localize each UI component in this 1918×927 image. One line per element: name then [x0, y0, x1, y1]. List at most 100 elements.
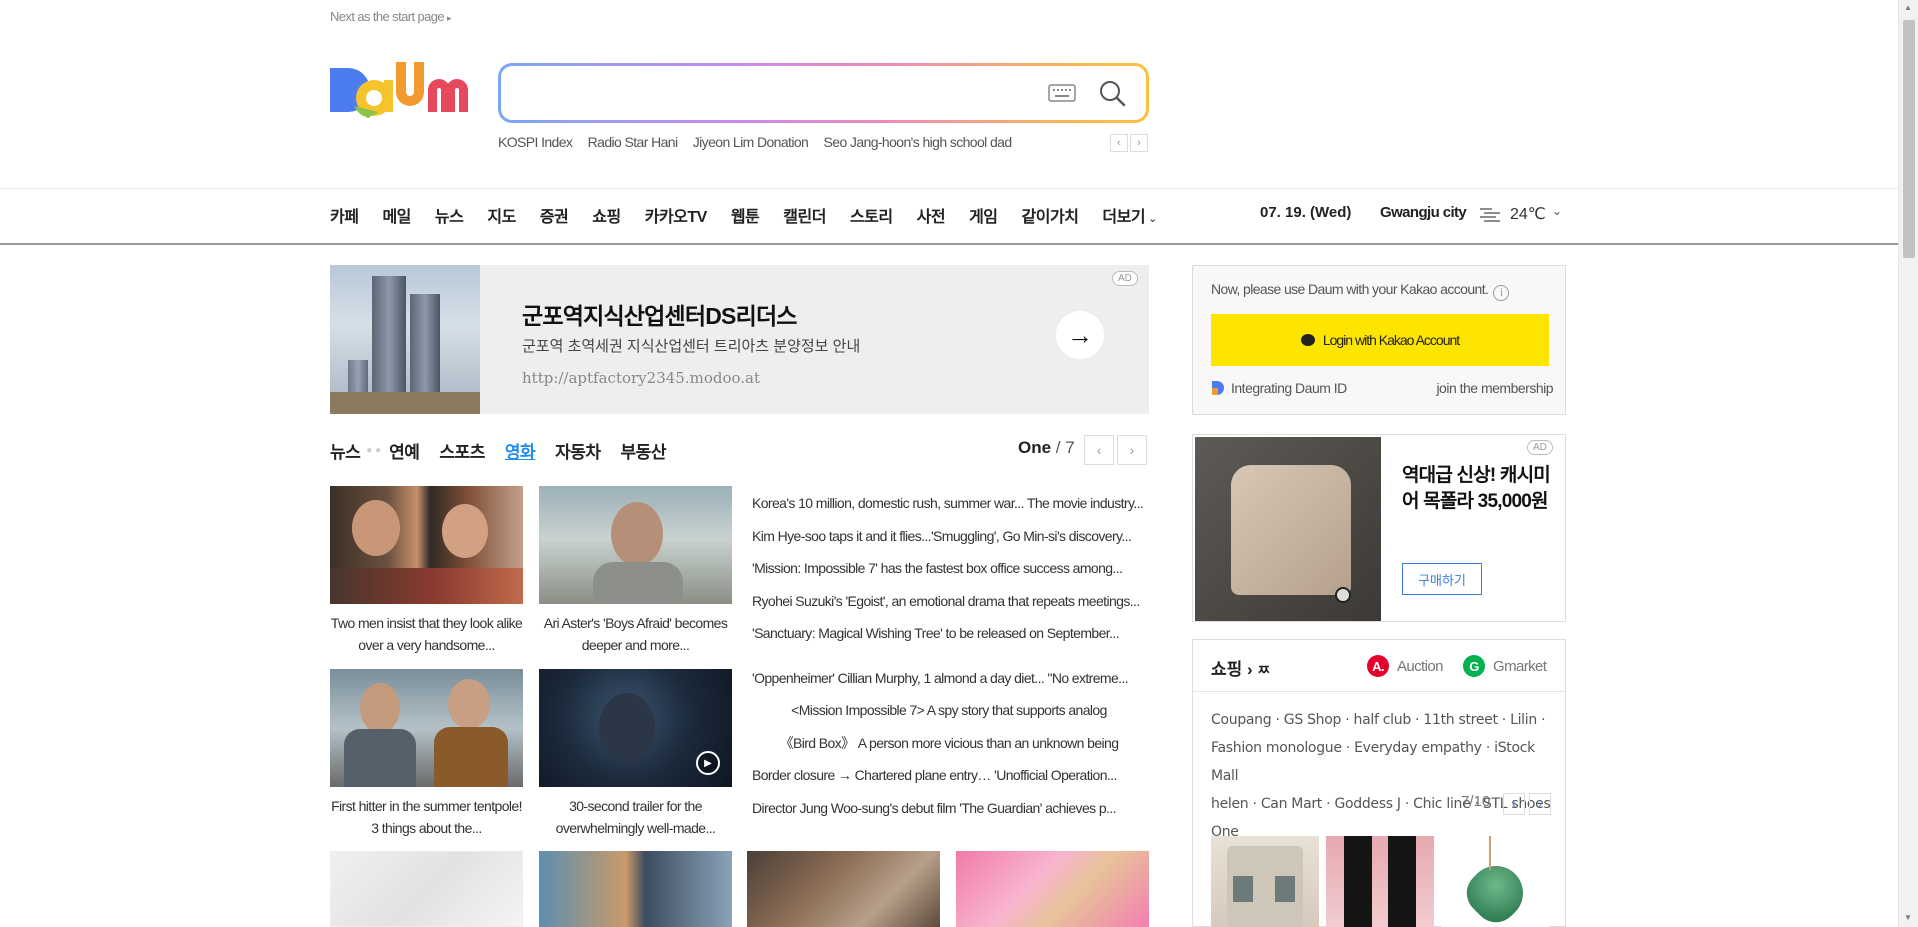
trend-item[interactable]: Radio Star Hani [588, 134, 678, 150]
keyboard-icon[interactable] [1048, 84, 1076, 107]
shopping-next-button[interactable]: › [1529, 793, 1551, 815]
play-icon[interactable]: ▶ [696, 751, 720, 775]
shopping-prev-button[interactable]: ‹ [1503, 793, 1525, 815]
ad-banner[interactable]: 군포역지식산업센터DS리더스 군포역 초역세권 지식산업센터 트리아츠 분양정보… [330, 265, 1149, 414]
arrow-right-icon[interactable]: → [1056, 311, 1104, 359]
auction-link[interactable]: A. Auction [1367, 655, 1443, 677]
chat-bubble-icon [1300, 334, 1315, 346]
nav-item-kakaotv[interactable]: 카카오TV [645, 203, 708, 227]
news-prev-button[interactable]: ‹ [1084, 435, 1114, 465]
news-card[interactable]: First hitter in the summer tentpole! 3 t… [330, 669, 523, 839]
shopping-title-text: 쇼핑 [1211, 660, 1243, 679]
headline-item[interactable]: Kim Hye-soo taps it and it flies...'Smug… [752, 523, 1146, 556]
tab-news[interactable]: 뉴스 [330, 438, 361, 463]
trend-item[interactable]: Jiyeon Lim Donation [693, 134, 809, 150]
shopping-links[interactable]: Coupang · GS Shop · half club · 11th str… [1211, 706, 1556, 846]
daum-d-icon [1212, 381, 1224, 395]
scrollbar-thumb[interactable] [1903, 20, 1915, 258]
headline-item[interactable]: 'Oppenheimer' Cillian Murphy, 1 almond a… [752, 665, 1146, 698]
shopping-product-thumb[interactable] [1211, 836, 1319, 927]
ad-subtitle: 군포역 초역세권 지식산업센터 트리아츠 분양정보 안내 [522, 338, 861, 355]
headline-item[interactable]: 'Mission: Impossible 7' has the fastest … [752, 555, 1146, 588]
news-next-button[interactable]: › [1117, 435, 1147, 465]
nav-item-calendar[interactable]: 캘린더 [783, 203, 826, 227]
buy-button[interactable]: 구매하기 [1402, 563, 1482, 595]
join-membership-link[interactable]: join the membership [1436, 380, 1553, 396]
trending-keywords: KOSPI Index Radio Star Hani Jiyeon Lim D… [498, 134, 1024, 150]
daum-logo[interactable] [328, 60, 476, 124]
nav-item-shopping[interactable]: 쇼핑 [592, 203, 621, 227]
news-thumbnail[interactable] [747, 851, 940, 927]
integrate-daum-id-link[interactable]: Integrating Daum ID [1211, 380, 1347, 396]
news-page-current: One [1018, 438, 1052, 457]
news-card-caption: Two men insist that they look alike over… [330, 615, 523, 653]
scroll-up-icon[interactable]: ▲ [1904, 3, 1912, 12]
nav-item-more[interactable]: 더보기 ⌄ [1102, 203, 1157, 227]
headline-item[interactable]: Ryohei Suzuki's 'Egoist', an emotional d… [752, 588, 1146, 621]
trend-next-button[interactable]: › [1130, 134, 1148, 152]
nav-item-game[interactable]: 게임 [969, 203, 998, 227]
search-inner [501, 66, 1146, 120]
news-thumbnail[interactable] [539, 851, 732, 927]
tab-entertainment[interactable]: 연예 [389, 438, 420, 463]
nav-item-map[interactable]: 지도 [487, 203, 516, 227]
weather-dropdown-icon[interactable]: ⌄ [1552, 204, 1562, 218]
news-card[interactable]: Ari Aster's 'Boys Afraid' becomes deeper… [539, 486, 732, 656]
headline-item[interactable]: Director Jung Woo-sung's debut film 'The… [752, 795, 1146, 828]
info-icon[interactable]: i [1493, 285, 1510, 301]
trend-item[interactable]: KOSPI Index [498, 134, 573, 150]
tab-movie[interactable]: 영화 [505, 438, 536, 463]
news-card-caption: First hitter in the summer tentpole! 3 t… [331, 798, 522, 836]
news-thumbnail[interactable] [956, 851, 1149, 927]
nav-item-together[interactable]: 같이가치 [1022, 203, 1079, 227]
shopping-header: 쇼핑 › ㅉ A. Auction G Gmarket [1193, 640, 1565, 692]
ad-url: http://aptfactory2345.modoo.at [522, 369, 760, 387]
scroll-down-icon[interactable]: ▼ [1904, 913, 1912, 922]
ad-badge: AD [1527, 440, 1553, 455]
shopping-product-thumb[interactable] [1441, 836, 1549, 927]
news-thumbnail[interactable] [330, 851, 523, 927]
headline-item[interactable]: 《Bird Box》 A person more vicious than an… [752, 730, 1146, 763]
search-icon[interactable] [1098, 79, 1126, 112]
city-label[interactable]: Gwangju city [1380, 204, 1467, 221]
trend-prev-button[interactable]: ‹ [1110, 134, 1128, 152]
start-page-link[interactable]: Next as the start page ▸ [330, 9, 451, 24]
headline-item[interactable]: 'Sanctuary: Magical Wishing Tree' to be … [752, 620, 1146, 653]
trend-item[interactable]: Seo Jang-hoon's high school dad [824, 134, 1013, 150]
ad-building-image [330, 265, 480, 414]
nav-item-dictionary[interactable]: 사전 [917, 203, 946, 227]
service-nav: 카페 메일 뉴스 지도 증권 쇼핑 카카오TV 웹툰 캘린더 스토리 사전 게임… [330, 203, 1181, 227]
tab-dots: ● ● [366, 445, 382, 456]
nav-item-news[interactable]: 뉴스 [435, 203, 464, 227]
search-input[interactable] [519, 76, 1039, 110]
nav-item-stock[interactable]: 증권 [540, 203, 569, 227]
nav-item-story[interactable]: 스토리 [850, 203, 893, 227]
shopping-product-thumb[interactable] [1326, 836, 1434, 927]
nav-more-label: 더보기 [1102, 209, 1146, 226]
tab-car[interactable]: 자동차 [555, 438, 601, 463]
gmarket-link[interactable]: G Gmarket [1463, 655, 1547, 677]
headline-item[interactable]: Korea's 10 million, domestic rush, summe… [752, 490, 1146, 523]
page-scrollbar[interactable]: ▲ ▼ [1898, 0, 1918, 927]
product-image [1195, 437, 1381, 621]
news-card[interactable]: Two men insist that they look alike over… [330, 486, 523, 656]
product-ad[interactable]: 역대급 신상! 캐시미어 목폴라 35,000원 구매하기 AD [1192, 434, 1566, 622]
news-card[interactable]: ▶ 30-second trailer for the overwhelming… [539, 669, 732, 839]
headline-item[interactable]: Border closure → Chartered plane entry… … [752, 762, 1146, 795]
search-box [498, 63, 1149, 123]
ad-badge: AD [1112, 271, 1138, 286]
news-card-image [539, 486, 732, 604]
tab-sports[interactable]: 스포츠 [439, 438, 485, 463]
shopping-title[interactable]: 쇼핑 › ㅉ [1211, 655, 1270, 680]
nav-item-cafe[interactable]: 카페 [330, 203, 359, 227]
shopping-links-line: Fashion monologue · Everyday empathy · i… [1211, 740, 1535, 784]
tab-realestate[interactable]: 부동산 [621, 438, 667, 463]
news-page-indicator: One / 7 [1018, 438, 1075, 458]
date-label: 07. 19. (Wed) [1260, 204, 1352, 221]
nav-item-webtoon[interactable]: 웹툰 [731, 203, 760, 227]
chevron-down-icon: ⌄ [1148, 213, 1157, 225]
nav-item-mail[interactable]: 메일 [382, 203, 411, 227]
news-card-image [330, 486, 523, 604]
kakao-login-button[interactable]: Login with Kakao Account [1211, 314, 1549, 366]
headline-item[interactable]: <Mission Impossible 7> A spy story that … [752, 697, 1146, 730]
